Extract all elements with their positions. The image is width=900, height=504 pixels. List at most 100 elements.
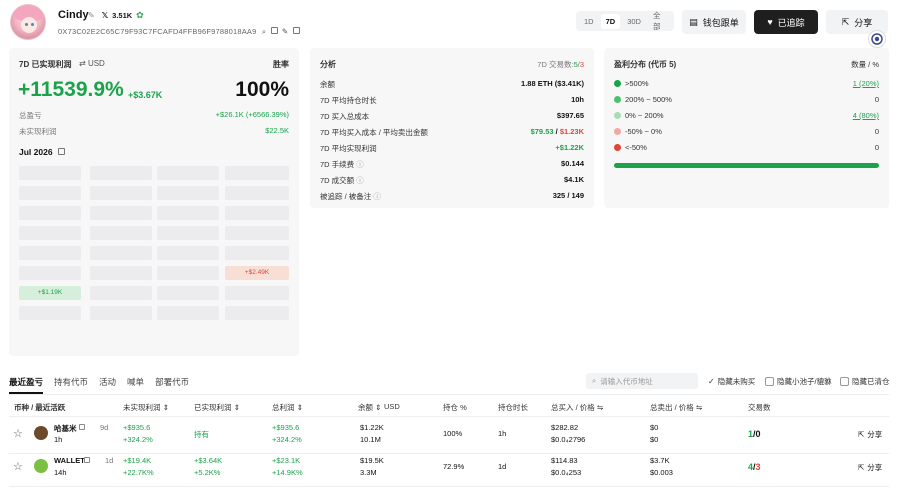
unrealized-label: 未实现利润 xyxy=(19,127,57,136)
calendar-cell[interactable]: +$2.49K xyxy=(225,266,289,280)
copy-trade-button[interactable]: ▤ 钱包跟单 xyxy=(682,10,746,34)
copy-icon[interactable] xyxy=(270,27,278,34)
share-label: 分享 xyxy=(867,463,883,472)
table-header[interactable]: 总利润 ⇕ xyxy=(272,402,303,413)
analysis-row: 7D 手续费 ⓘ $0.144 xyxy=(320,159,584,170)
calendar-cell[interactable] xyxy=(19,266,81,280)
card-icon[interactable] xyxy=(292,27,300,34)
calendar-cell[interactable] xyxy=(19,246,81,260)
tab-period-30D[interactable]: 30D xyxy=(622,14,646,29)
currency-toggle[interactable]: ⇄ USD xyxy=(79,59,105,68)
calendar-cell[interactable] xyxy=(225,186,289,200)
row-share-button[interactable]: ⇱ 分享 xyxy=(858,462,882,473)
search-input[interactable]: ⌕ 请输入代币地址 xyxy=(586,373,698,389)
calendar-cell[interactable] xyxy=(90,286,152,300)
total-buy: $282.82 xyxy=(551,423,579,432)
calendar-cell[interactable] xyxy=(90,266,152,280)
calendar-cell[interactable] xyxy=(225,286,289,300)
calendar-cell[interactable] xyxy=(157,226,219,240)
help-icon[interactable]: ⓘ xyxy=(354,176,364,185)
table-header[interactable]: USD xyxy=(384,402,400,411)
analysis-label: 7D 买入总成本 xyxy=(320,112,370,121)
analysis-row: 7D 平均实现利润 +$1.22K xyxy=(320,143,584,154)
x-logo-icon[interactable]: 𝕏 xyxy=(102,11,108,20)
analysis-value: 325 / 149 xyxy=(552,191,584,200)
star-icon[interactable]: ☆ xyxy=(13,460,23,473)
token-icon xyxy=(34,426,48,440)
tab-period-1D[interactable]: 1D xyxy=(579,14,599,29)
target-icon[interactable] xyxy=(868,30,886,48)
pen-icon[interactable]: ✎ xyxy=(282,27,288,36)
analysis-label: 7D 平均持仓时长 xyxy=(320,96,377,105)
calendar-cell[interactable] xyxy=(90,166,152,180)
badge-icon: ✿ xyxy=(136,10,144,20)
table-header[interactable]: 已实现利润 ⇕ xyxy=(194,402,240,413)
table-header[interactable]: 币种 / 最近活跃 xyxy=(14,402,65,413)
copy-icon[interactable] xyxy=(79,424,85,430)
calendar-month[interactable]: Jul 2026 xyxy=(19,147,65,157)
calendar-cell[interactable] xyxy=(157,246,219,260)
total-pct: +14.9K% xyxy=(272,468,303,477)
calendar-cell[interactable] xyxy=(225,206,289,220)
buy-price: $0.0₄2796 xyxy=(551,435,586,444)
calendar-cell[interactable] xyxy=(90,206,152,220)
table-header[interactable]: 余额 ⇕ xyxy=(358,402,381,413)
calendar-cell[interactable] xyxy=(90,226,152,240)
total-sell: $0 xyxy=(650,423,659,432)
table-header[interactable]: 持仓时长 xyxy=(498,402,528,413)
calendar-cell[interactable] xyxy=(19,186,81,200)
table-header[interactable]: 未实现利润 ⇕ xyxy=(123,402,169,413)
winrate-label: 胜率 xyxy=(273,60,289,69)
calendar-cell[interactable] xyxy=(19,206,81,220)
followed-button[interactable]: ♥ 已追踪 xyxy=(754,10,818,34)
calendar-cell[interactable] xyxy=(157,286,219,300)
token-name: 哈基米 xyxy=(54,424,77,433)
tab-喊单[interactable]: 喊单 xyxy=(127,376,144,394)
calendar-cell[interactable] xyxy=(157,306,219,320)
calendar-cell[interactable]: +$1.19K xyxy=(19,286,81,300)
tab-部署代币[interactable]: 部署代币 xyxy=(155,376,189,394)
tab-最近盈亏[interactable]: 最近盈亏 xyxy=(9,376,44,394)
search-icon[interactable]: ⌕ xyxy=(262,27,266,36)
tab-持有代币[interactable]: 持有代币 xyxy=(54,376,88,394)
filter-checkbox[interactable]: 隐藏小池子/貔貅 xyxy=(765,376,832,387)
calendar-cell[interactable] xyxy=(225,306,289,320)
calendar-cell[interactable] xyxy=(90,306,152,320)
table-row[interactable]: ☆ 哈基米 9d 1h +$935.6 +324.2% 持有 +$935.6 +324.2% $1… xyxy=(0,422,900,452)
filter-checkbox[interactable]: 隐藏已清仓 xyxy=(840,376,890,387)
edit-icon[interactable]: ✎ xyxy=(88,11,95,20)
calendar-cell[interactable] xyxy=(19,166,81,180)
tab-period-7D[interactable]: 7D xyxy=(600,13,621,29)
table-header[interactable]: 总买入 / 价格 ⇋ xyxy=(551,402,603,413)
calendar-cell[interactable] xyxy=(19,306,81,320)
token-icon xyxy=(34,459,48,473)
star-icon[interactable]: ☆ xyxy=(13,427,23,440)
analysis-label: 被追踪 / 被备注 ⓘ xyxy=(320,192,381,201)
calendar-cell[interactable] xyxy=(225,226,289,240)
calendar-cell[interactable] xyxy=(90,186,152,200)
table-header[interactable]: 总卖出 / 价格 ⇋ xyxy=(650,402,702,413)
calendar-cell[interactable] xyxy=(225,166,289,180)
help-icon[interactable]: ⓘ xyxy=(371,192,381,201)
calendar-cell[interactable] xyxy=(157,206,219,220)
table-header[interactable]: 交易数 xyxy=(748,402,771,413)
help-icon[interactable]: ⓘ xyxy=(354,160,364,169)
calendar-cell[interactable] xyxy=(225,246,289,260)
avg-sell: $1.23K xyxy=(559,127,584,136)
filter-checkbox[interactable]: ✓ 隐藏未购买 xyxy=(708,376,755,387)
analysis-label: 余额 xyxy=(320,80,335,89)
tab-period-全部[interactable]: 全部 xyxy=(648,7,671,35)
calendar-cell[interactable] xyxy=(157,266,219,280)
table-header[interactable]: 持仓 % xyxy=(443,402,467,413)
copy-icon[interactable] xyxy=(84,457,90,463)
share-icon: ⇱ xyxy=(841,16,850,27)
table-row[interactable]: ☆ WALLET 1d 14h +$19.4K +22.7K% +$3.64K +5.2K% +… xyxy=(0,455,900,485)
tab-活动[interactable]: 活动 xyxy=(99,376,116,394)
analysis-value: $79.53 / $1.23K xyxy=(530,127,584,136)
last-active: 1h xyxy=(54,435,63,444)
calendar-cell[interactable] xyxy=(19,226,81,240)
calendar-cell[interactable] xyxy=(157,166,219,180)
calendar-cell[interactable] xyxy=(90,246,152,260)
row-share-button[interactable]: ⇱ 分享 xyxy=(858,429,882,440)
calendar-cell[interactable] xyxy=(157,186,219,200)
